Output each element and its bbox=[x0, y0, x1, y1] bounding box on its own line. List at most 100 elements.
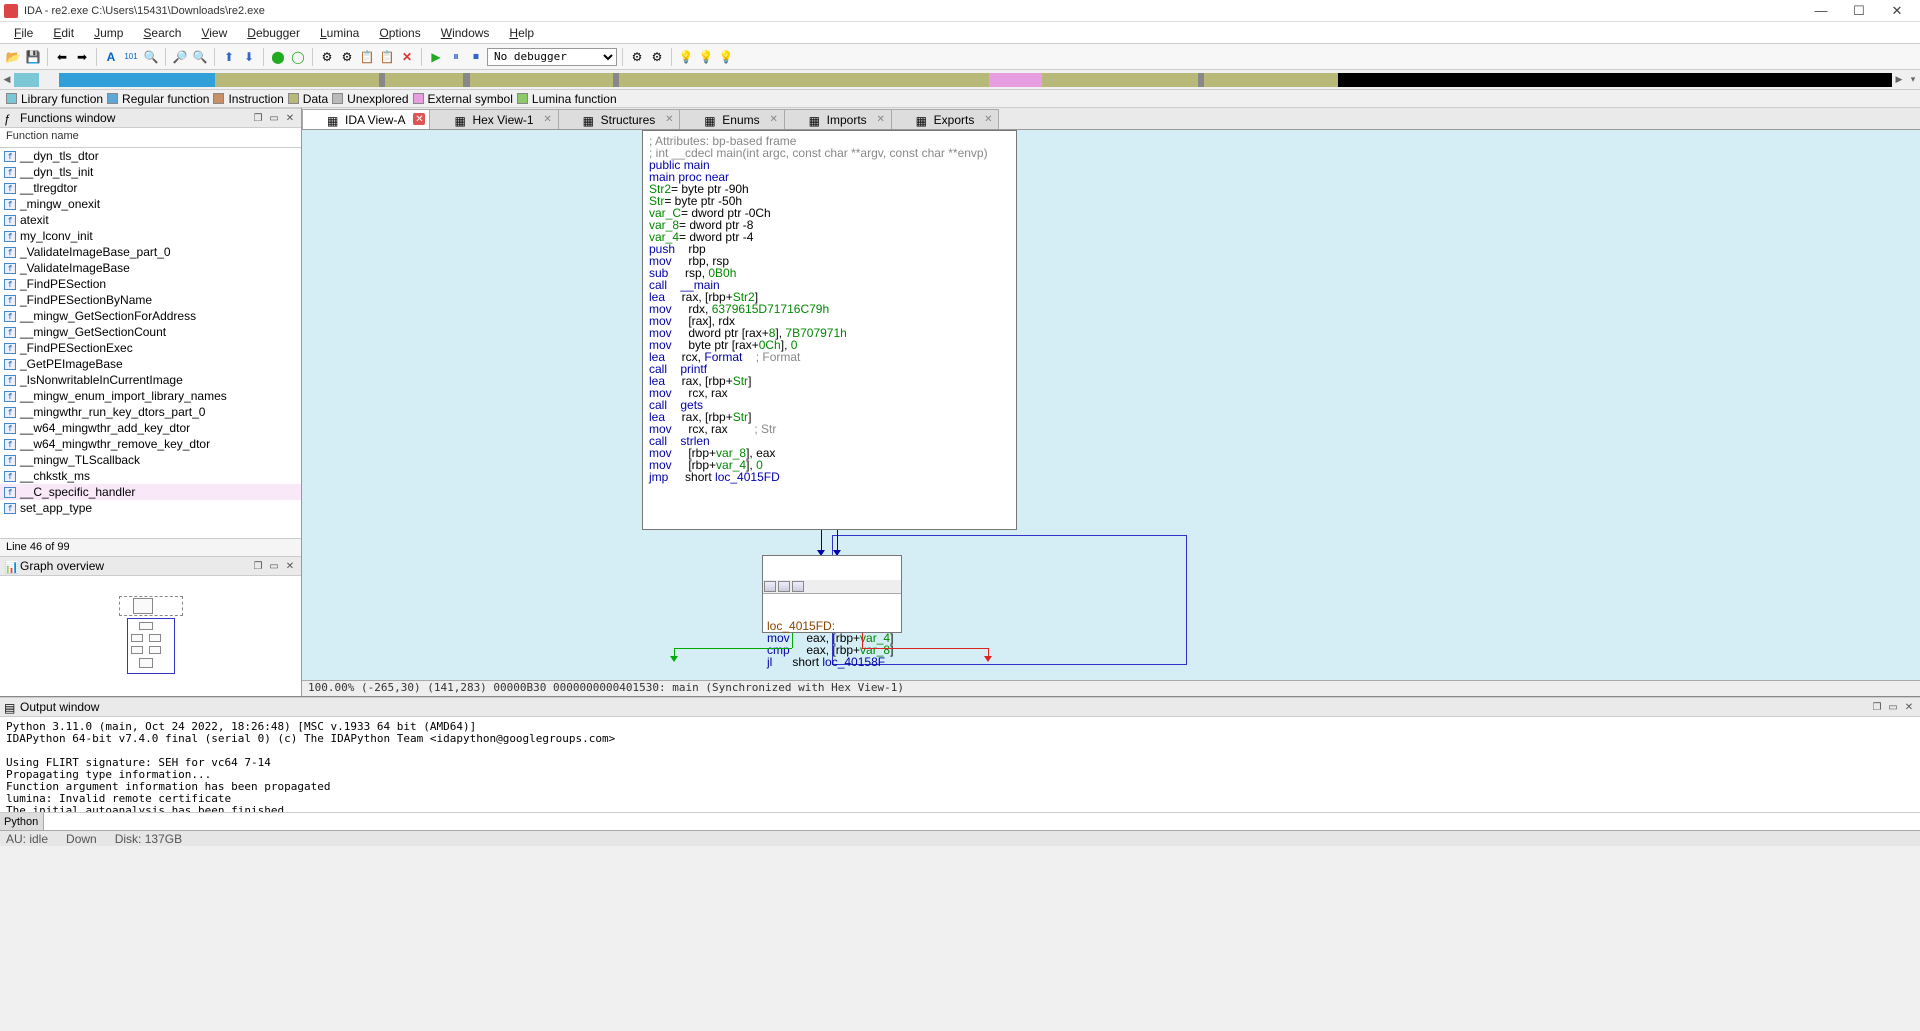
function-item[interactable]: f__dyn_tls_dtor bbox=[0, 148, 301, 164]
nav-menu-icon[interactable]: ▾ bbox=[1906, 71, 1920, 89]
tab-close-icon[interactable]: ✕ bbox=[875, 113, 887, 125]
save-icon[interactable]: 💾 bbox=[24, 48, 42, 66]
tab-ida-view-a[interactable]: ▦IDA View-A✕ bbox=[302, 109, 430, 129]
play-icon[interactable]: ⬤ bbox=[269, 48, 287, 66]
nav-segment[interactable] bbox=[989, 73, 1042, 87]
tab-exports[interactable]: ▦Exports✕ bbox=[891, 109, 1000, 129]
zoomin-icon[interactable]: 🔎 bbox=[171, 48, 189, 66]
function-item[interactable]: fmy_lconv_init bbox=[0, 228, 301, 244]
function-item[interactable]: f_ValidateImageBase_part_0 bbox=[0, 244, 301, 260]
panel-max-icon[interactable]: ▭ bbox=[267, 111, 281, 125]
tab-structures[interactable]: ▦Structures✕ bbox=[558, 109, 681, 129]
forward-icon[interactable]: ➡ bbox=[73, 48, 91, 66]
menu-search[interactable]: Search bbox=[133, 24, 191, 42]
nav-segment[interactable] bbox=[39, 73, 60, 87]
function-item[interactable]: f_IsNonwritableInCurrentImage bbox=[0, 372, 301, 388]
menu-windows[interactable]: Windows bbox=[431, 24, 500, 42]
minimize-button[interactable]: — bbox=[1802, 1, 1840, 21]
search-icon[interactable]: 🔍 bbox=[142, 48, 160, 66]
nav-segment[interactable] bbox=[1055, 73, 1199, 87]
nav-left-icon[interactable]: ◀ bbox=[0, 71, 14, 89]
function-item[interactable]: f_mingw_onexit bbox=[0, 196, 301, 212]
nav-segment[interactable] bbox=[14, 73, 39, 87]
function-item[interactable]: f__mingw_TLScallback bbox=[0, 452, 301, 468]
nav-segment[interactable] bbox=[59, 73, 162, 87]
tab-hex-view-1[interactable]: ▦Hex View-1✕ bbox=[429, 109, 558, 129]
back-icon[interactable]: ⬅ bbox=[53, 48, 71, 66]
menu-file[interactable]: File bbox=[4, 24, 43, 42]
panel-close-icon[interactable]: ✕ bbox=[283, 559, 297, 573]
cfg2-icon[interactable]: ⚙ bbox=[648, 48, 666, 66]
panel-float-icon[interactable]: ❐ bbox=[251, 111, 265, 125]
function-item[interactable]: f_FindPESection bbox=[0, 276, 301, 292]
node-btn-icon[interactable] bbox=[764, 581, 776, 592]
disasm-graph-view[interactable]: ; Attributes: bp-based frame; int __cdec… bbox=[302, 130, 1920, 696]
zoomout-icon[interactable]: 🔍 bbox=[191, 48, 209, 66]
function-item[interactable]: f__chkstk_ms bbox=[0, 468, 301, 484]
functions-list[interactable]: f__dyn_tls_dtorf__dyn_tls_initf__tlregdt… bbox=[0, 148, 301, 538]
menu-lumina[interactable]: Lumina bbox=[310, 24, 369, 42]
function-item[interactable]: fatexit bbox=[0, 212, 301, 228]
function-item[interactable]: fset_app_type bbox=[0, 500, 301, 516]
python-input[interactable] bbox=[44, 813, 1920, 830]
nav-segment[interactable] bbox=[1338, 73, 1892, 87]
stepback-icon[interactable]: ⬆ bbox=[220, 48, 238, 66]
function-item[interactable]: f__mingw_GetSectionForAddress bbox=[0, 308, 301, 324]
function-item[interactable]: f_FindPESectionExec bbox=[0, 340, 301, 356]
function-item[interactable]: f__tlregdtor bbox=[0, 180, 301, 196]
open-icon[interactable]: 📂 bbox=[4, 48, 22, 66]
function-item[interactable]: f__w64_mingwthr_remove_key_dtor bbox=[0, 436, 301, 452]
tool3-icon[interactable]: 📋 bbox=[358, 48, 376, 66]
functions-column-header[interactable]: Function name bbox=[0, 128, 301, 148]
nav-segment[interactable] bbox=[1204, 73, 1337, 87]
python-label[interactable]: Python bbox=[0, 813, 44, 830]
dbg-run-icon[interactable]: ▶ bbox=[427, 48, 445, 66]
binary-icon[interactable]: 101 bbox=[122, 48, 140, 66]
menu-jump[interactable]: Jump bbox=[84, 24, 133, 42]
function-item[interactable]: f__w64_mingwthr_add_key_dtor bbox=[0, 420, 301, 436]
tab-close-icon[interactable]: ✕ bbox=[982, 113, 994, 125]
tab-close-icon[interactable]: ✕ bbox=[413, 113, 425, 125]
tab-close-icon[interactable]: ✕ bbox=[542, 113, 554, 125]
tool2-icon[interactable]: ⚙ bbox=[338, 48, 356, 66]
node-btn-icon[interactable] bbox=[778, 581, 790, 592]
function-item[interactable]: f_ValidateImageBase bbox=[0, 260, 301, 276]
menu-edit[interactable]: Edit bbox=[43, 24, 84, 42]
tool4-icon[interactable]: 📋 bbox=[378, 48, 396, 66]
function-item[interactable]: f__mingw_enum_import_library_names bbox=[0, 388, 301, 404]
panel-float-icon[interactable]: ❐ bbox=[1870, 700, 1884, 714]
function-item[interactable]: f__C_specific_handler bbox=[0, 484, 301, 500]
nav-strip[interactable] bbox=[14, 73, 1892, 87]
dbg-pause-icon[interactable]: ⏸ bbox=[447, 48, 465, 66]
dbg-stop-icon[interactable]: ⏹ bbox=[467, 48, 485, 66]
stop-icon[interactable]: ◯ bbox=[289, 48, 307, 66]
panel-close-icon[interactable]: ✕ bbox=[283, 111, 297, 125]
text-icon[interactable]: A bbox=[102, 48, 120, 66]
menu-help[interactable]: Help bbox=[499, 24, 544, 42]
nav-segment[interactable] bbox=[619, 73, 988, 87]
panel-close-icon[interactable]: ✕ bbox=[1902, 700, 1916, 714]
panel-float-icon[interactable]: ❐ bbox=[251, 559, 265, 573]
close-button[interactable]: ✕ bbox=[1878, 1, 1916, 21]
menu-view[interactable]: View bbox=[191, 24, 237, 42]
nav-segment[interactable] bbox=[470, 73, 614, 87]
cfg1-icon[interactable]: ⚙ bbox=[628, 48, 646, 66]
maximize-button[interactable]: ☐ bbox=[1840, 1, 1878, 21]
function-item[interactable]: f_FindPESectionByName bbox=[0, 292, 301, 308]
menu-options[interactable]: Options bbox=[369, 24, 430, 42]
function-item[interactable]: f__mingwthr_run_key_dtors_part_0 bbox=[0, 404, 301, 420]
cancel-icon[interactable]: ✕ bbox=[398, 48, 416, 66]
panel-max-icon[interactable]: ▭ bbox=[1886, 700, 1900, 714]
lum1-icon[interactable]: 💡 bbox=[677, 48, 695, 66]
graph-overview[interactable] bbox=[0, 576, 301, 696]
tab-close-icon[interactable]: ✕ bbox=[768, 113, 780, 125]
nav-segment[interactable] bbox=[385, 73, 463, 87]
graph-node-main[interactable]: ; Attributes: bp-based frame; int __cdec… bbox=[642, 130, 1017, 530]
tab-close-icon[interactable]: ✕ bbox=[663, 113, 675, 125]
function-item[interactable]: f__dyn_tls_init bbox=[0, 164, 301, 180]
lum3-icon[interactable]: 💡 bbox=[717, 48, 735, 66]
nav-segment[interactable] bbox=[1042, 73, 1054, 87]
output-text[interactable]: Python 3.11.0 (main, Oct 24 2022, 18:26:… bbox=[0, 717, 1920, 812]
function-item[interactable]: f_GetPEImageBase bbox=[0, 356, 301, 372]
nav-right-icon[interactable]: ▶ bbox=[1892, 71, 1906, 89]
